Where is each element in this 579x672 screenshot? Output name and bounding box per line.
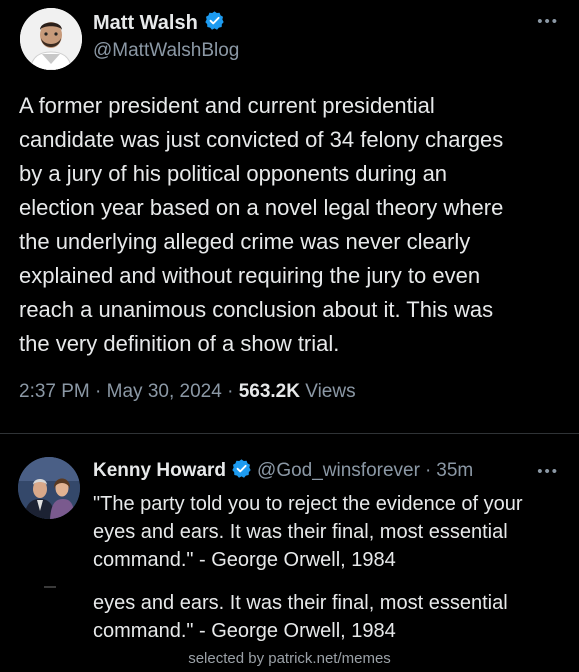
tweet-time[interactable]: 2:37 PM xyxy=(19,381,90,402)
avatar[interactable] xyxy=(20,8,82,70)
author-handle[interactable]: @MattWalshBlog xyxy=(93,40,239,62)
reply-more-options-icon[interactable]: ••• xyxy=(537,464,559,479)
reply-text: "The party told you to reject the eviden… xyxy=(93,493,523,571)
reply-author-name[interactable]: Kenny Howard xyxy=(93,460,226,482)
avatar-kenny-howard xyxy=(18,457,80,519)
stray-mark xyxy=(44,586,56,588)
meta-separator: · xyxy=(227,381,234,402)
tweet-date[interactable]: May 30, 2024 xyxy=(107,381,222,402)
reply-author-handle[interactable]: @God_winsforever xyxy=(257,460,420,482)
verified-badge-icon xyxy=(204,10,225,36)
meta-separator: · xyxy=(95,381,102,402)
divider xyxy=(0,433,579,434)
watermark: selected by patrick.net/memes xyxy=(188,650,391,667)
reply-time[interactable]: 35m xyxy=(436,460,473,482)
verified-badge-icon xyxy=(231,458,252,484)
reply-header: Kenny Howard @God_winsforever · 35m xyxy=(93,458,473,484)
tweet-screenshot: Matt Walsh @MattWalshBlog ••• A former p… xyxy=(0,0,579,672)
author-name[interactable]: Matt Walsh xyxy=(93,12,198,35)
tweet-text: A former president and current president… xyxy=(19,93,504,356)
avatar-matt-walsh xyxy=(20,8,82,70)
more-options-icon[interactable]: ••• xyxy=(537,14,559,29)
tweet-meta: 2:37 PM · May 30, 2024 · 563.2K Views xyxy=(19,381,356,403)
reply-text-duplicate: eyes and ears. It was their final, most … xyxy=(93,592,508,642)
reply-separator: · xyxy=(424,460,432,481)
reply-avatar[interactable] xyxy=(18,457,80,519)
views-count[interactable]: 563.2K xyxy=(239,381,300,402)
views-label: Views xyxy=(305,381,356,402)
author-row: Matt Walsh xyxy=(93,10,225,36)
